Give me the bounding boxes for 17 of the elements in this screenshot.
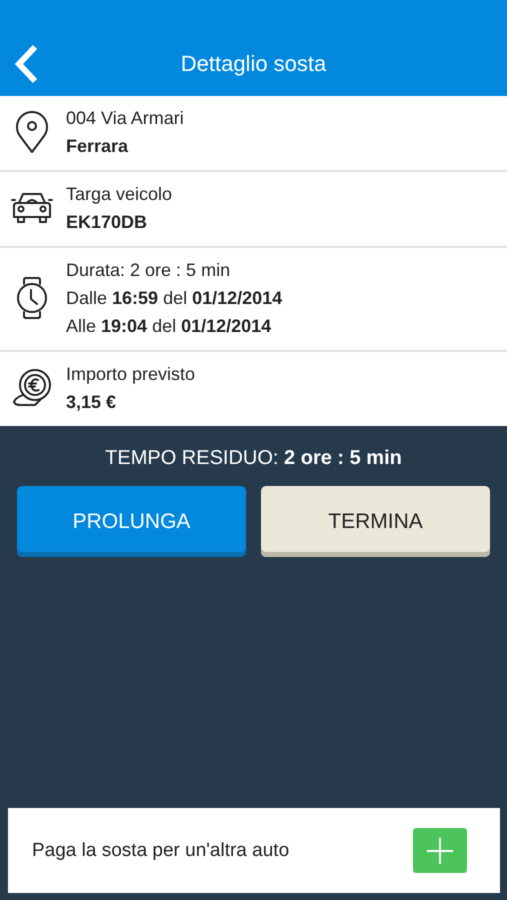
extend-button[interactable]: PROLUNGA (17, 486, 246, 557)
detail-text: 3,15 € (66, 391, 118, 413)
detail-text: Alle 19:04 del 01/12/2014 (66, 315, 272, 337)
car-icon (9, 191, 55, 225)
plus-icon (425, 836, 455, 866)
detail-text: Durata: 2 ore : 5 min (66, 259, 232, 281)
add-button[interactable] (413, 828, 467, 873)
detail-text: Importo previsto (66, 363, 196, 385)
detail-text: Ferrara (66, 135, 130, 157)
detail-text: 004 Via Armari (66, 107, 184, 129)
detail-text: Targa veicolo (66, 183, 172, 205)
footer-label: Paga la sosta per un'altra auto (32, 840, 290, 862)
screen-title: Dettaglio sosta (180, 51, 328, 77)
detail-text: EK170DB (66, 211, 148, 233)
remaining-time: TEMPO RESIDUO: 2 ore : 5 min (105, 447, 402, 470)
detail-text: Dalle 16:59 del 01/12/2014 (66, 287, 282, 309)
end-button[interactable]: TERMINA (261, 486, 490, 557)
